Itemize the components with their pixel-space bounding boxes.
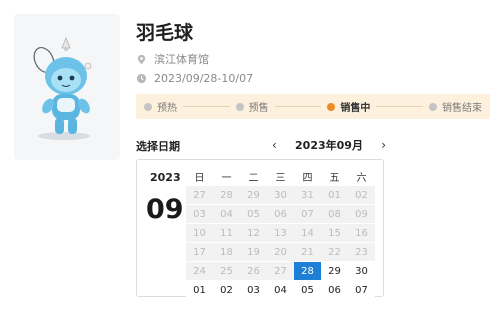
location-pin-icon xyxy=(137,54,146,64)
chevron-right-icon[interactable]: › xyxy=(381,138,386,152)
stage-dot-active xyxy=(327,102,336,111)
sales-status-bar: 预热 预售 销售中 销售结束 xyxy=(136,94,490,119)
calendar-day: 04 xyxy=(213,205,240,223)
chevron-left-icon[interactable]: ‹ xyxy=(272,138,277,152)
weekday-header: 五 xyxy=(329,172,340,184)
calendar-day[interactable]: 30 xyxy=(348,262,375,280)
calendar-day[interactable]: 02 xyxy=(213,281,240,299)
stage-preheat: 预热 xyxy=(144,99,177,114)
calendar-day[interactable]: 03 xyxy=(240,281,267,299)
stage-label: 销售中 xyxy=(340,103,371,114)
calendar-day: 08 xyxy=(321,205,348,223)
select-date-label: 选择日期 xyxy=(136,140,180,153)
calendar-day: 10 xyxy=(186,224,213,242)
calendar-day: 27 xyxy=(186,186,213,204)
stage-divider xyxy=(183,106,230,107)
calendar-day: 16 xyxy=(348,224,375,242)
calendar-day: 19 xyxy=(240,243,267,261)
event-date-range: 2023/09/28-10/07 xyxy=(154,72,254,85)
mascot-illustration xyxy=(33,36,92,140)
calendar-day[interactable]: 01 xyxy=(186,281,213,299)
calendar-day: 20 xyxy=(267,243,294,261)
calendar-day: 22 xyxy=(321,243,348,261)
weekday-header: 六 xyxy=(356,172,367,184)
calendar-day: 24 xyxy=(186,262,213,280)
calendar-day: 02 xyxy=(348,186,375,204)
calendar-day[interactable]: 07 xyxy=(348,281,375,299)
calendar-day: 17 xyxy=(186,243,213,261)
calendar-day: 25 xyxy=(213,262,240,280)
stage-label: 预热 xyxy=(157,103,177,114)
weekday-header: 二 xyxy=(248,172,259,184)
stage-divider xyxy=(376,106,424,107)
calendar-month: 09 xyxy=(146,194,184,225)
calendar-day: 27 xyxy=(267,262,294,280)
current-month-label: 2023年09月 xyxy=(295,139,363,152)
weekday-header: 四 xyxy=(302,172,313,184)
date-row: 2023/09/28-10/07 xyxy=(136,72,253,85)
calendar-day: 28 xyxy=(213,186,240,204)
calendar-day: 18 xyxy=(213,243,240,261)
calendar-day: 01 xyxy=(321,186,348,204)
stage-dot xyxy=(235,102,244,111)
clock-icon xyxy=(136,73,147,84)
stage-presale: 预售 xyxy=(235,99,269,114)
venue-row: 滨江体育馆 xyxy=(136,51,209,67)
calendar-day: 09 xyxy=(348,205,375,223)
calendar-day[interactable]: 04 xyxy=(267,281,294,299)
calendar-day: 14 xyxy=(294,224,321,242)
calendar-day: 13 xyxy=(267,224,294,242)
calendar-day: 30 xyxy=(267,186,294,204)
calendar-day: 11 xyxy=(213,224,240,242)
month-navigator: ‹ 2023年09月 › xyxy=(272,137,386,153)
stage-label: 销售结束 xyxy=(442,103,483,114)
calendar-year: 2023 xyxy=(150,171,181,184)
venue-name: 滨江体育馆 xyxy=(154,53,209,66)
calendar-day[interactable]: 29 xyxy=(321,262,348,280)
stage-label: 预售 xyxy=(248,103,269,114)
weekday-header: 日 xyxy=(194,172,205,184)
calendar-day: 23 xyxy=(348,243,375,261)
calendar-day: 15 xyxy=(321,224,348,242)
weekday-header: 一 xyxy=(221,172,232,184)
stage-dot xyxy=(144,102,152,111)
calendar-day: 06 xyxy=(267,205,294,223)
date-picker-calendar: 2023 09 日一二三四五六 27 28 29 30 31 01 02 03 04 05 06 07 0… xyxy=(136,159,384,299)
calendar-day: 03 xyxy=(186,205,213,223)
calendar-day: 12 xyxy=(240,224,267,242)
stage-sale-ended: 销售结束 xyxy=(429,99,482,114)
calendar-day[interactable]: 05 xyxy=(294,281,321,299)
event-poster-mascot xyxy=(14,14,120,160)
calendar-grid: 日一二三四五六 27 28 29 30 31 01 02 03 04 05 06 07 08 09 10 11 1… xyxy=(186,167,375,299)
calendar-day: 26 xyxy=(240,262,267,280)
calendar-day: 07 xyxy=(294,205,321,223)
calendar-day[interactable]: 06 xyxy=(321,281,348,299)
stage-dot xyxy=(429,102,438,111)
stage-divider xyxy=(274,106,322,107)
calendar-day: 31 xyxy=(294,186,321,204)
calendar-day-selected[interactable]: 28 xyxy=(294,262,321,280)
calendar-day: 05 xyxy=(240,205,267,223)
calendar-day: 21 xyxy=(294,243,321,261)
calendar-day: 29 xyxy=(240,186,267,204)
weekday-header: 三 xyxy=(275,172,286,184)
stage-on-sale: 销售中 xyxy=(327,99,370,114)
page-title: 羽毛球 xyxy=(136,22,194,44)
